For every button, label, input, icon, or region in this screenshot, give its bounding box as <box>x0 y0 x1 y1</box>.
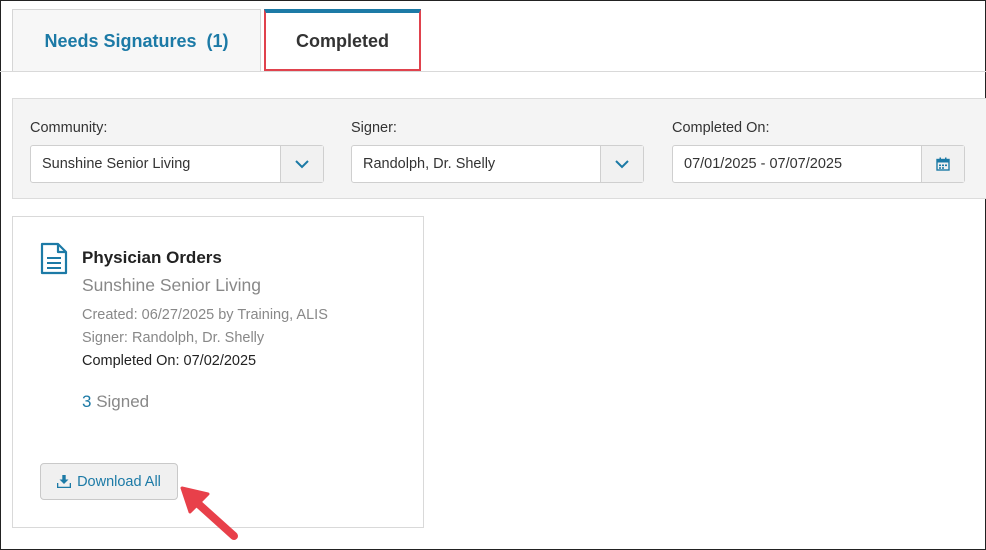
community-select[interactable]: Sunshine Senior Living <box>30 145 324 183</box>
completed-on-label: Completed On: <box>672 120 770 136</box>
pointer-arrow-icon <box>180 486 238 540</box>
signer-dropdown-button[interactable] <box>600 146 643 182</box>
calendar-icon <box>936 157 950 171</box>
community-dropdown-button[interactable] <box>280 146 323 182</box>
document-icon <box>40 242 68 275</box>
tab-needs-signatures[interactable]: Needs Signatures (1) <box>12 9 261 72</box>
chevron-down-icon <box>615 159 629 168</box>
tab-needs-signatures-label: Needs Signatures <box>44 30 197 51</box>
download-all-button[interactable]: Download All <box>40 463 178 500</box>
community-value: Sunshine Senior Living <box>42 156 191 172</box>
card-completed-on: Completed On: 07/02/2025 <box>82 353 257 369</box>
completed-on-value: 07/01/2025 - 07/07/2025 <box>684 156 843 172</box>
download-icon <box>57 475 72 488</box>
card-created: Created: 06/27/2025 by Training, ALIS <box>82 307 328 323</box>
tab-divider <box>0 71 986 72</box>
signer-value: Randolph, Dr. Shelly <box>363 156 496 172</box>
community-label: Community: <box>30 120 108 136</box>
signed-count-link[interactable]: 3 Signed <box>82 392 149 412</box>
chevron-down-icon <box>295 159 309 168</box>
signed-label: Signed <box>91 392 150 411</box>
card-community: Sunshine Senior Living <box>82 275 262 295</box>
document-card: Physician Orders Sunshine Senior Living … <box>12 216 424 528</box>
tab-needs-signatures-count: (1) <box>206 30 229 51</box>
signer-select[interactable]: Randolph, Dr. Shelly <box>351 145 644 183</box>
signer-label: Signer: <box>351 120 397 136</box>
filter-bar: Community: Sunshine Senior Living Signer… <box>12 98 986 199</box>
download-all-label: Download All <box>77 473 161 490</box>
completed-on-date-range[interactable]: 07/01/2025 - 07/07/2025 <box>672 145 965 183</box>
tab-completed-label: Completed <box>295 30 389 51</box>
calendar-button[interactable] <box>921 146 964 182</box>
tab-completed[interactable]: Completed <box>264 9 421 71</box>
card-title: Physician Orders <box>82 248 222 267</box>
card-signer: Signer: Randolph, Dr. Shelly <box>82 330 265 346</box>
